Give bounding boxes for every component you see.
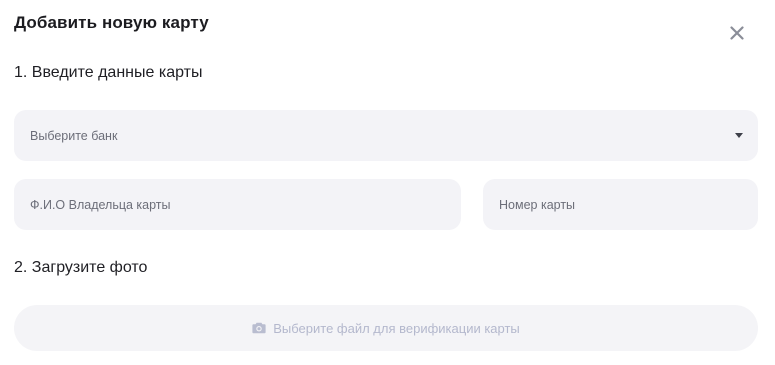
camera-icon	[252, 322, 266, 334]
caret-down-icon[interactable]	[735, 132, 743, 138]
close-button[interactable]	[726, 22, 748, 44]
card-number-field[interactable]: Номер карты	[483, 179, 758, 230]
bank-select-placeholder: Выберите банк	[30, 128, 118, 143]
card-number-placeholder: Номер карты	[499, 197, 576, 212]
upload-photo-label: Выберите файл для верификации карты	[273, 320, 520, 336]
add-card-modal: Добавить новую карту 1. Введите данные к…	[0, 0, 775, 365]
card-owner-name-field[interactable]: Ф.И.О Владельца карты	[14, 179, 461, 230]
step1-heading: 1. Введите данные карты	[14, 64, 203, 81]
step2-heading: 2. Загрузите фото	[14, 259, 148, 276]
upload-photo-button[interactable]: Выберите файл для верификации карты	[14, 305, 758, 351]
card-owner-name-placeholder: Ф.И.О Владельца карты	[30, 197, 171, 212]
modal-title: Добавить новую карту	[14, 13, 209, 32]
bank-select[interactable]: Выберите банк	[14, 110, 758, 161]
close-icon[interactable]	[730, 26, 744, 40]
